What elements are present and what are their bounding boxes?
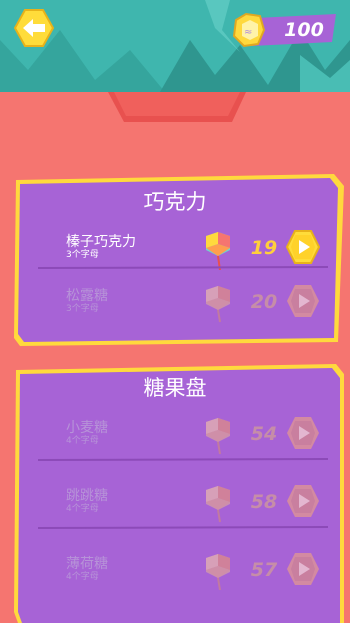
level-name: 薄荷糖 — [66, 556, 108, 572]
divider — [38, 526, 328, 529]
divider — [38, 266, 328, 269]
coin-count: 100 — [284, 19, 324, 41]
level-letter-count: 3个字母 — [66, 250, 99, 260]
play-button-icon[interactable] — [286, 552, 320, 586]
section-title: 糖果盘 — [143, 376, 207, 400]
level-letter-count: 4个字母 — [66, 572, 99, 582]
list-item[interactable]: 松露糖 3个字母 20 — [14, 280, 336, 344]
section-panel-chocolate: 巧克力 榛子巧克力 3个字母 19 松露糖 3个字母 20 — [14, 172, 350, 348]
play-button-icon[interactable] — [286, 416, 320, 450]
divider — [38, 458, 328, 461]
play-button-icon[interactable] — [286, 230, 320, 264]
level-letter-count: 4个字母 — [66, 504, 99, 514]
section-title: 巧克力 — [143, 190, 207, 214]
back-button[interactable] — [13, 8, 55, 48]
lollipop-icon — [206, 554, 230, 591]
list-item[interactable]: 薄荷糖 4个字母 57 — [14, 548, 336, 612]
level-number: 58 — [250, 491, 278, 513]
back-arrow-icon — [13, 9, 55, 47]
level-number: 54 — [250, 423, 278, 445]
level-name: 榛子巧克力 — [66, 234, 136, 250]
level-letter-count: 4个字母 — [66, 436, 99, 446]
section-panel-candy: 糖果盘 小麦糖 4个字母 54 跳跳糖 4个字母 58 薄荷糖 4个字母 57 — [14, 362, 350, 623]
play-button-icon[interactable] — [286, 284, 320, 318]
header-drop-decoration — [108, 92, 246, 122]
lollipop-icon — [206, 418, 230, 455]
level-number: 19 — [250, 237, 278, 259]
lollipop-icon — [206, 286, 230, 323]
lollipop-icon — [206, 232, 230, 270]
level-name: 小麦糖 — [66, 420, 108, 436]
lollipop-icon — [206, 486, 230, 523]
list-item[interactable]: 小麦糖 4个字母 54 — [14, 412, 336, 476]
level-name: 跳跳糖 — [66, 488, 108, 504]
list-item[interactable]: 跳跳糖 4个字母 58 — [14, 480, 336, 544]
level-number: 20 — [250, 291, 278, 313]
svg-text:≈: ≈ — [244, 27, 252, 38]
play-button-icon[interactable] — [286, 484, 320, 518]
level-name: 松露糖 — [66, 288, 108, 304]
level-letter-count: 3个字母 — [66, 304, 99, 314]
level-number: 57 — [250, 559, 278, 581]
